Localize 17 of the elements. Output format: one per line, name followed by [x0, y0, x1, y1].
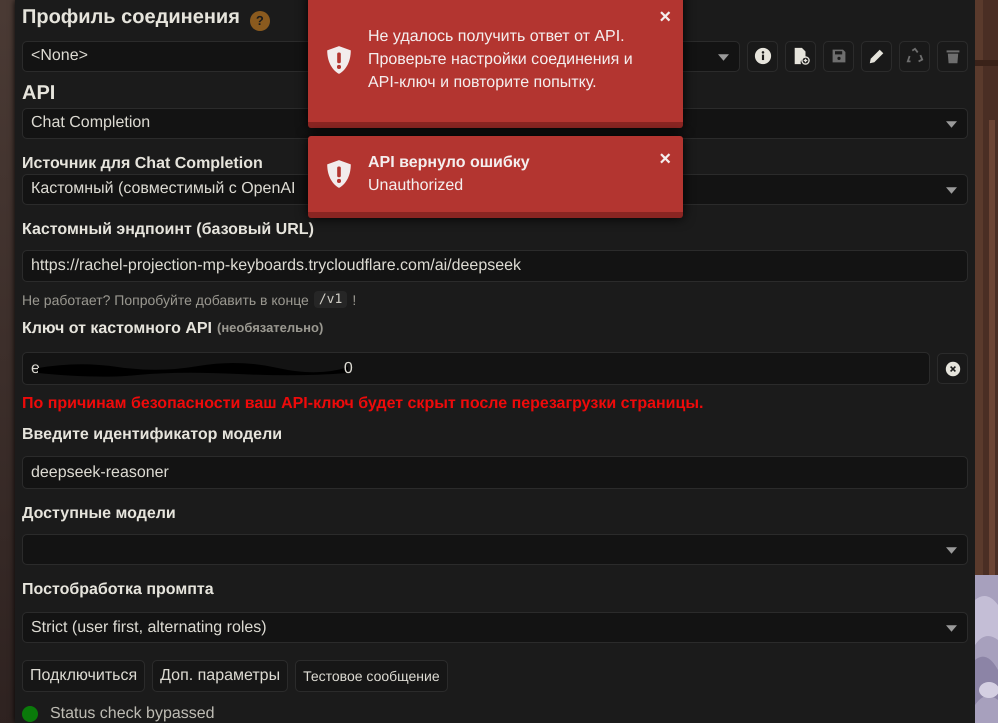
hint-text: ! — [352, 292, 356, 308]
status-text: Status check bypassed — [50, 705, 215, 723]
field-label: Кастомный эндпоинт (базовый URL) — [22, 220, 314, 239]
field-label: Введите идентификатор модели — [22, 426, 282, 444]
field-label: Постобработка промпта — [22, 581, 214, 600]
warning-text: По причинам безопасности ваш API-ключ будет скрыт после перезагрузки страницы. — [22, 395, 704, 414]
key-end: 0 — [344, 360, 353, 378]
toast-message: Unauthorized — [368, 176, 464, 196]
section-title: API — [22, 82, 56, 106]
section-title: Профиль соединения — [22, 6, 240, 29]
toast-title: API вернуло ошибку — [368, 153, 531, 173]
hint-text: Не работает? Попробуйте добавить в конце — [22, 292, 309, 308]
field-label: Доступные модели — [22, 505, 176, 524]
optional-note: (необязательно) — [216, 320, 324, 336]
field-label: Источник для Chat Completion — [22, 154, 263, 173]
code-snippet: /v1 — [314, 291, 348, 308]
field-label: Ключ от кастомного API — [22, 320, 212, 338]
